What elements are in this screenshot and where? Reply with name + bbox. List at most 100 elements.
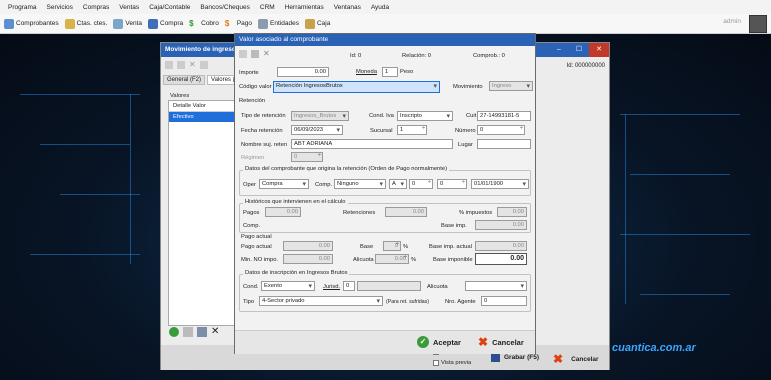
back-cancelar-button[interactable]: ✖ Cancelar <box>553 353 599 365</box>
save-icon <box>491 353 500 362</box>
toolbar-comprobantes[interactable]: Comprobantes <box>4 18 59 29</box>
oper-label: Oper <box>243 182 256 188</box>
menu-bancos-cheques[interactable]: Bancos/Cheques <box>200 4 250 11</box>
cuit-input[interactable]: 27-14993181-5 <box>477 111 531 121</box>
menu-ventanas[interactable]: Ventanas <box>334 4 361 11</box>
close-icon[interactable]: ✕ <box>589 43 609 57</box>
min-no-imp-input[interactable]: 0.00 <box>283 254 333 264</box>
base-imp-input[interactable]: 0.00 <box>475 220 527 230</box>
base-imp-actual-input[interactable]: 0.00 <box>475 241 527 251</box>
aceptar-button[interactable]: ✓ Aceptar <box>417 336 461 348</box>
toolbar-entidades[interactable]: Entidades <box>258 18 299 29</box>
minimize-icon[interactable]: – <box>549 43 569 57</box>
movimiento-select[interactable]: Ingreso <box>489 81 533 91</box>
base-label: Base <box>360 244 374 250</box>
valores-group-label: Valores <box>170 93 190 99</box>
pago-actual-title: Pago actual <box>241 234 272 240</box>
cond-select[interactable]: Exento <box>261 281 315 291</box>
sucursal2-input[interactable]: 0 <box>409 179 433 189</box>
maximize-icon[interactable]: ☐ <box>569 43 589 57</box>
regimen-input[interactable]: 0 <box>291 152 323 162</box>
letra-select[interactable]: A <box>389 179 407 189</box>
nombre-input[interactable]: ABT ADRIANA <box>291 139 453 149</box>
vista-previa-option[interactable]: Vista previa <box>433 360 471 366</box>
cancel-icon: ✖ <box>553 352 564 366</box>
codigo-valor-select[interactable]: Retención IngresosBrutos <box>273 81 440 93</box>
toolbar: Comprobantes Ctas. ctes. Venta Compra $ C… <box>0 14 771 34</box>
delete-icon[interactable]: ✕ <box>263 50 270 58</box>
add-icon[interactable] <box>169 327 179 337</box>
dialog-title: Valor asociado al comprobante <box>235 34 535 46</box>
tipo-select[interactable]: 4-Sector privado <box>259 296 383 306</box>
toolbar-cobro[interactable]: $ Cobro <box>189 19 219 29</box>
historicos-section-title: Históricos que intervienen en el cálculo <box>243 199 348 205</box>
alicuota-input[interactable]: 0.00 <box>375 254 409 264</box>
menu-ventas[interactable]: Ventas <box>119 4 139 11</box>
edit-icon[interactable] <box>251 50 259 58</box>
menu-caja-contable[interactable]: Caja/Contable <box>149 4 190 11</box>
list-item[interactable]: Efectivo <box>169 112 235 122</box>
fecha2-input[interactable]: 01/01/1900 <box>471 179 529 189</box>
vista-previa-checkbox[interactable] <box>433 360 439 366</box>
fecha-retencion-input[interactable]: 06/09/2023 <box>291 125 343 135</box>
valores-list[interactable]: Detalle Valor Efectivo <box>168 100 236 326</box>
base-pct: % <box>403 244 409 250</box>
sucursal-input[interactable]: 1 <box>397 125 427 135</box>
toolbar-pago[interactable]: $ Pago <box>225 19 252 29</box>
alicuota-label: Alicuota <box>353 257 374 263</box>
new-icon[interactable] <box>239 50 247 58</box>
lugar-input[interactable] <box>477 139 531 149</box>
edit-row-icon[interactable] <box>183 327 193 337</box>
toolbar-compra[interactable]: Compra <box>148 18 183 29</box>
edit-icon[interactable] <box>177 61 185 69</box>
jurisd-label[interactable]: Jurisd. <box>323 284 340 290</box>
cond-label: Cond. <box>243 284 259 290</box>
numero2-input[interactable]: 0 <box>437 179 467 189</box>
moneda-input[interactable]: 1 <box>382 67 398 77</box>
menu-crm[interactable]: CRM <box>260 4 275 11</box>
retenciones-input[interactable]: 0.00 <box>385 207 427 217</box>
importe-input[interactable]: 0.00 <box>277 67 329 77</box>
cancelar-button[interactable]: ✖ Cancelar <box>478 336 524 348</box>
pagos-input[interactable]: 0.00 <box>265 207 301 217</box>
menu-programa[interactable]: Programa <box>8 4 37 11</box>
watermark-text: cuantica.com.ar <box>612 342 696 354</box>
cart-icon <box>148 18 158 29</box>
toolbar-label: Pago <box>236 20 253 27</box>
base-input[interactable]: 0 <box>383 241 401 251</box>
toolbar-ctas-ctes[interactable]: Ctas. ctes. <box>64 18 107 29</box>
nro-agente-input[interactable]: 0 <box>481 296 527 306</box>
remove-icon[interactable]: ✕ <box>211 327 219 337</box>
base-imponible-input[interactable]: 0.00 <box>475 253 527 265</box>
sale-icon <box>113 18 124 29</box>
tab-general[interactable]: General (F2) <box>163 75 206 85</box>
duplicate-icon[interactable] <box>197 327 207 337</box>
delete-icon[interactable]: ✕ <box>189 61 196 69</box>
pct-impuestos-input[interactable]: 0.00 <box>497 207 527 217</box>
toolbar-caja[interactable]: Caja <box>304 18 330 29</box>
menu-herramientas[interactable]: Herramientas <box>285 4 324 11</box>
user-name: admin <box>723 18 741 25</box>
valor-asociado-dialog: Valor asociado al comprobante ✕ Id: 0 Re… <box>234 33 536 354</box>
comp-select[interactable]: Ninguno <box>334 179 386 189</box>
dollar-out-icon: $ <box>224 18 230 28</box>
toolbar-venta[interactable]: Venta <box>113 18 142 29</box>
tipo-retencion-select[interactable]: Ingresos_Brutos <box>291 111 349 121</box>
menu-compras[interactable]: Compras <box>83 4 109 11</box>
pago-actual-input[interactable]: 0.00 <box>283 241 333 251</box>
numero-input[interactable]: 0 <box>477 125 525 135</box>
grabar-button[interactable]: Grabar (F5) <box>491 353 539 362</box>
avatar[interactable] <box>749 15 767 33</box>
vista-previa-label: Vista previa <box>441 360 472 366</box>
cond-iva-select[interactable]: Inscripto <box>397 111 453 121</box>
menu-servicios[interactable]: Servicios <box>47 4 73 11</box>
alicuota2-select[interactable] <box>465 281 527 291</box>
menu-ayuda[interactable]: Ayuda <box>371 4 389 11</box>
copy-icon[interactable] <box>199 61 208 69</box>
moneda-label[interactable]: Moneda <box>356 69 377 75</box>
comp2-label: Comp. <box>243 223 261 229</box>
cashbox-icon <box>304 18 315 29</box>
oper-select[interactable]: Compra <box>259 179 309 189</box>
new-icon[interactable] <box>165 61 173 69</box>
jurisd-input[interactable]: 0 <box>343 281 355 291</box>
